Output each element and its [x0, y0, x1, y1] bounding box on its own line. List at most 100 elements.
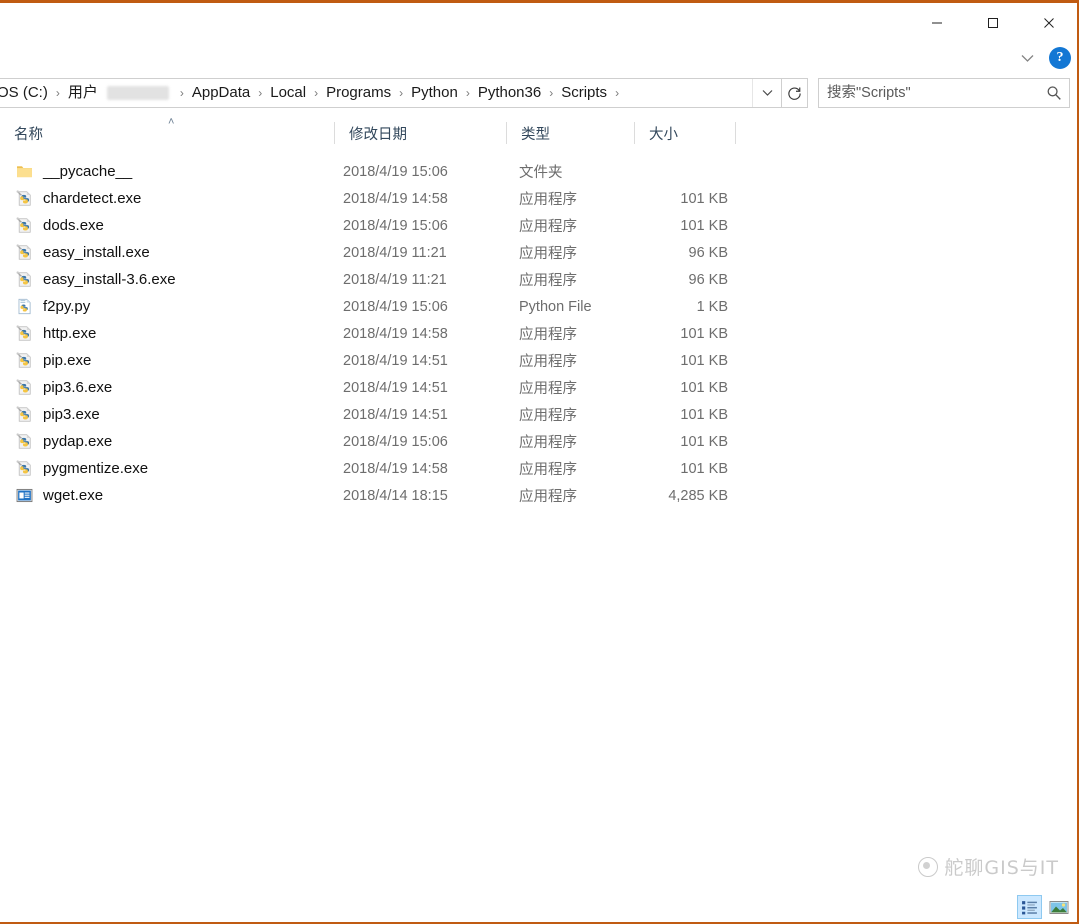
details-view-button[interactable] [1017, 895, 1042, 919]
close-icon [1044, 18, 1054, 28]
breadcrumb-item-local[interactable]: Local [265, 79, 311, 107]
file-name-label: pip3.exe [43, 406, 100, 423]
file-type-cell: 应用程序 [519, 381, 577, 397]
python-exe-icon [16, 271, 33, 288]
file-name-cell: easy_install.exe [0, 244, 335, 261]
minimize-button[interactable] [909, 3, 965, 43]
file-row[interactable]: pip3.exe 2018/4/19 14:51 应用程序 101 KB [0, 401, 1077, 428]
window-caption-buttons [909, 3, 1077, 43]
file-date-cell: 2018/4/19 11:21 [343, 244, 447, 261]
refresh-button[interactable] [782, 78, 808, 108]
file-type-cell: 应用程序 [519, 246, 577, 262]
file-type-cell: 应用程序 [519, 489, 577, 505]
file-name-label: chardetect.exe [43, 190, 142, 207]
file-name-cell: pygmentize.exe [0, 460, 335, 477]
file-size-cell: 101 KB [680, 190, 728, 207]
file-row[interactable]: f2py.py 2018/4/19 15:06 Python File 1 KB [0, 293, 1077, 320]
file-row[interactable]: pip3.6.exe 2018/4/19 14:51 应用程序 101 KB [0, 374, 1077, 401]
title-bar [0, 3, 1077, 43]
breadcrumb-separator: › [399, 86, 404, 100]
column-header-date-modified[interactable]: 修改日期 [335, 119, 507, 147]
watermark-text: 舵聊GIS与IT [944, 857, 1059, 879]
file-name-label: easy_install.exe [43, 244, 150, 261]
view-switch-buttons [1017, 895, 1071, 919]
file-row[interactable]: easy_install.exe 2018/4/19 11:21 应用程序 96 KB [0, 239, 1077, 266]
breadcrumb-separator: › [179, 86, 184, 100]
python-exe-icon [16, 244, 33, 261]
file-type-cell: 应用程序 [519, 327, 577, 343]
file-date-cell: 2018/4/19 15:06 [343, 298, 448, 315]
file-name-cell: pip3.exe [0, 406, 335, 423]
sort-ascending-icon: ˄ [168, 116, 175, 128]
file-size-cell: 4,285 KB [668, 487, 728, 504]
python-file-icon [16, 298, 33, 315]
breadcrumb-separator: › [615, 86, 620, 100]
file-date-cell: 2018/4/19 14:51 [343, 352, 448, 369]
breadcrumb-item-programs[interactable]: Programs [321, 79, 396, 107]
breadcrumb-item-users[interactable]: 用户 [63, 79, 103, 107]
breadcrumb-separator: › [55, 86, 60, 100]
column-header-name[interactable]: 名称 ˄ [0, 116, 335, 147]
file-row[interactable]: __pycache__ 2018/4/19 15:06 文件夹 [0, 158, 1077, 185]
maximize-button[interactable] [965, 3, 1021, 43]
file-size-cell: 96 KB [688, 271, 729, 288]
large-icons-view-button[interactable] [1046, 895, 1071, 919]
breadcrumb-item-scripts[interactable]: Scripts [556, 79, 612, 107]
file-type-cell: 应用程序 [519, 462, 577, 478]
python-exe-icon [16, 217, 33, 234]
file-row[interactable]: pip.exe 2018/4/19 14:51 应用程序 101 KB [0, 347, 1077, 374]
folder-icon [16, 163, 33, 180]
file-type-cell: 文件夹 [519, 165, 563, 181]
file-row[interactable]: wget.exe 2018/4/14 18:15 应用程序 4,285 KB [0, 482, 1077, 509]
python-exe-icon [16, 433, 33, 450]
minimize-icon [932, 22, 942, 24]
file-row[interactable]: dods.exe 2018/4/19 15:06 应用程序 101 KB [0, 212, 1077, 239]
breadcrumb-box[interactable]: OS (C:) › 用户 › AppData › Local › Program… [0, 78, 782, 108]
file-type-cell: 应用程序 [519, 354, 577, 370]
python-exe-icon [16, 379, 33, 396]
breadcrumb-separator: › [549, 86, 554, 100]
python-exe-icon [16, 352, 33, 369]
search-input[interactable] [819, 84, 1039, 102]
file-date-cell: 2018/4/19 11:21 [343, 271, 447, 288]
column-header-size[interactable]: 大小 [635, 119, 736, 147]
circle-logo-icon [918, 856, 939, 877]
file-size-cell: 101 KB [680, 325, 728, 342]
column-header-type-label: 类型 [521, 126, 550, 143]
large-icons-view-icon [1049, 900, 1068, 914]
file-row[interactable]: pygmentize.exe 2018/4/19 14:58 应用程序 101 KB [0, 455, 1077, 482]
column-header-type[interactable]: 类型 [507, 119, 635, 147]
python-exe-icon [16, 325, 33, 342]
search-box[interactable] [818, 78, 1070, 108]
breadcrumb-item-os-c[interactable]: OS (C:) [0, 79, 53, 107]
file-name-label: http.exe [43, 325, 97, 342]
breadcrumb-item-appdata[interactable]: AppData [187, 79, 255, 107]
chevron-down-icon [1021, 54, 1033, 62]
column-header-size-label: 大小 [649, 126, 678, 143]
file-row[interactable]: http.exe 2018/4/19 14:58 应用程序 101 KB [0, 320, 1077, 347]
breadcrumb-item-python36[interactable]: Python36 [473, 79, 546, 107]
file-row[interactable]: chardetect.exe 2018/4/19 14:58 应用程序 101 KB [0, 185, 1077, 212]
file-size-cell: 101 KB [680, 217, 728, 234]
search-icon [1047, 86, 1061, 100]
breadcrumb-item-python[interactable]: Python [406, 79, 463, 107]
help-button[interactable]: ? [1049, 47, 1071, 69]
file-name-cell: pydap.exe [0, 433, 335, 450]
close-button[interactable] [1021, 3, 1077, 43]
file-row[interactable]: pydap.exe 2018/4/19 15:06 应用程序 101 KB [0, 428, 1077, 455]
expand-ribbon-button[interactable] [1014, 46, 1040, 70]
file-name-cell: pip.exe [0, 352, 335, 369]
chevron-down-icon [762, 90, 772, 96]
address-bar: OS (C:) › 用户 › AppData › Local › Program… [0, 77, 1077, 111]
breadcrumb-history-dropdown-button[interactable] [752, 79, 781, 107]
file-name-cell: f2py.py [0, 298, 335, 315]
refresh-icon [788, 86, 801, 100]
search-button[interactable] [1039, 85, 1069, 101]
column-divider[interactable] [735, 122, 736, 144]
file-name-cell: chardetect.exe [0, 190, 335, 207]
ribbon-row: ? [0, 43, 1077, 75]
breadcrumb-item-username-redacted[interactable] [106, 86, 169, 100]
maximize-icon [988, 18, 998, 28]
file-row[interactable]: easy_install-3.6.exe 2018/4/19 11:21 应用程序 9… [0, 266, 1077, 293]
file-size-cell: 101 KB [680, 433, 728, 450]
